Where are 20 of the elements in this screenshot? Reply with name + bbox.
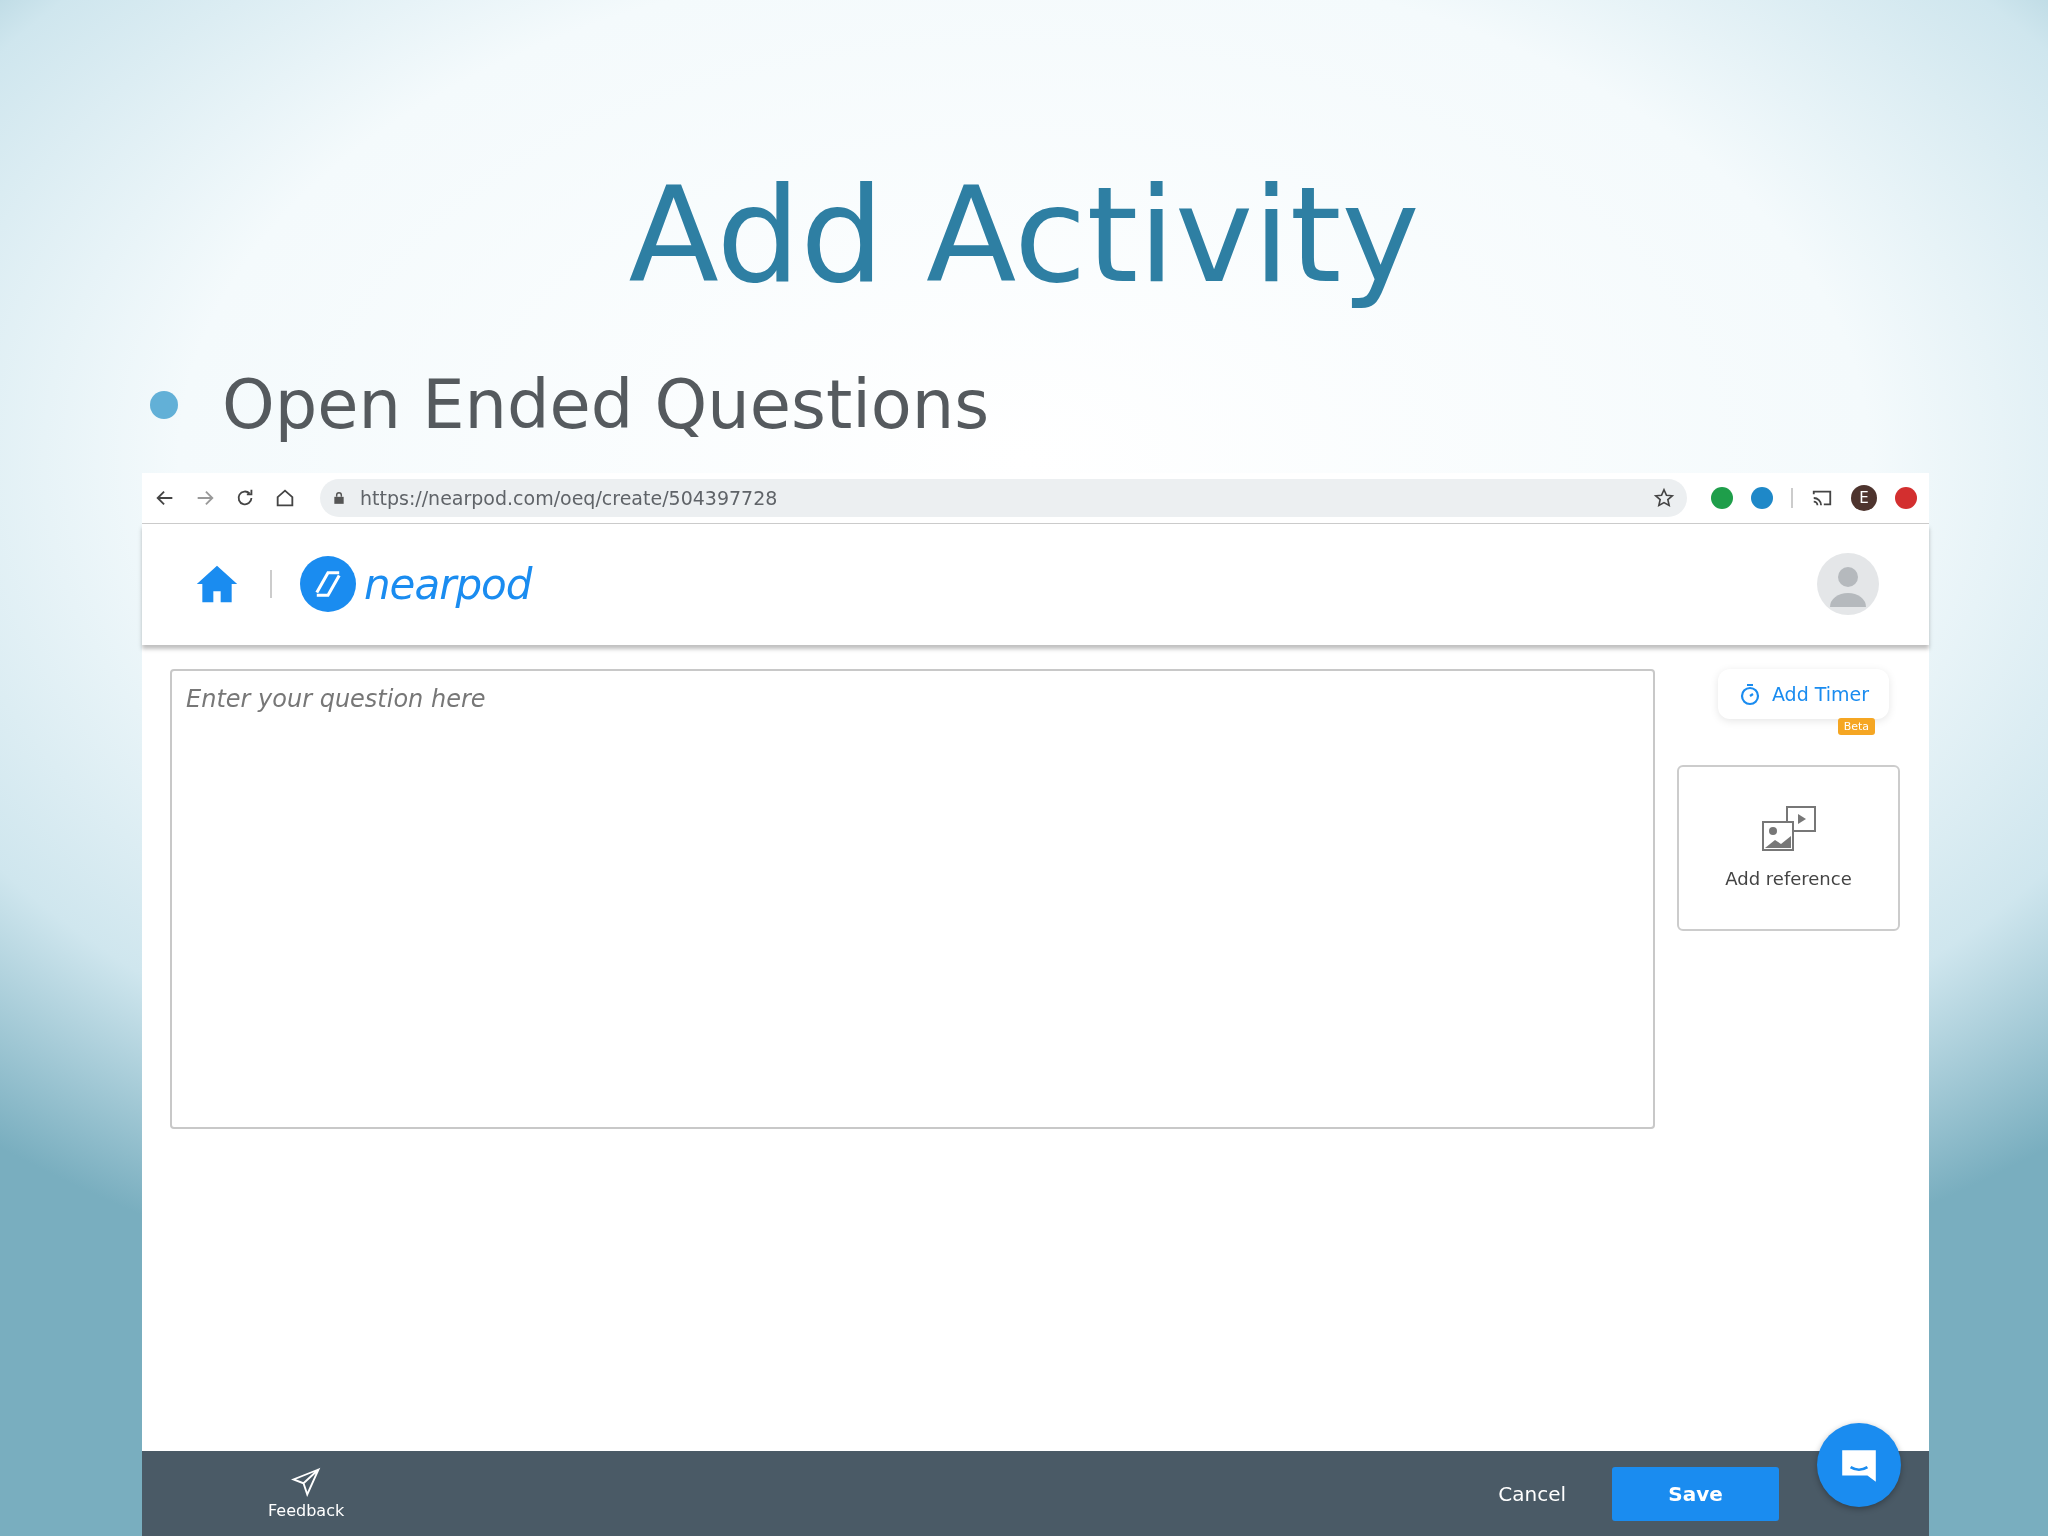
profile-button[interactable]: E — [1851, 484, 1877, 511]
logo-text: nearpod — [364, 559, 532, 609]
logo-icon — [300, 556, 356, 613]
paper-plane-icon — [291, 1467, 322, 1497]
extension-icon[interactable] — [1751, 486, 1773, 509]
slide-title: Add Activity — [628, 157, 1420, 314]
extension-icon[interactable] — [1895, 486, 1917, 509]
star-icon[interactable] — [1653, 486, 1675, 509]
address-bar[interactable]: https://nearpod.com/oeq/create/504397728 — [320, 478, 1687, 517]
add-reference-card[interactable]: Add reference — [1677, 764, 1900, 931]
media-icon — [1760, 806, 1817, 853]
question-field[interactable]: Enter your question here — [170, 668, 1655, 1129]
chat-button[interactable] — [1817, 1423, 1901, 1507]
extension-icon[interactable] — [1711, 486, 1733, 509]
cancel-button[interactable]: Cancel — [1492, 1480, 1572, 1507]
feedback-button[interactable]: Feedback — [262, 1466, 351, 1521]
add-timer-button[interactable]: Add Timer — [1717, 668, 1890, 719]
bullet-dot — [150, 391, 178, 420]
lock-icon — [332, 489, 346, 506]
url-text: https://nearpod.com/oeq/create/504397728 — [360, 486, 779, 509]
